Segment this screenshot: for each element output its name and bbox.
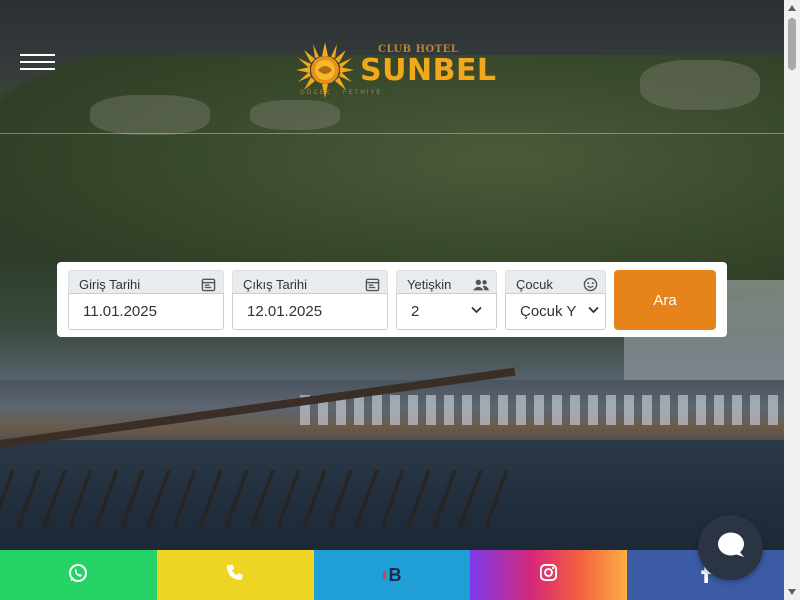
adults-label: Yetişkin [407,277,452,292]
phone-button[interactable] [156,550,314,600]
whatsapp-button[interactable] [0,550,157,600]
adults-select-value: 2 [411,303,420,320]
site-header: CLUB HOTEL SUNBEL GÖCEK · FETHIYE [0,0,784,134]
beach-umbrellas [300,395,780,425]
chevron-down-icon [471,306,482,317]
checkin-label: Giriş Tarihi [79,277,141,292]
scroll-up-icon[interactable] [784,0,800,16]
hamburger-line [20,68,55,70]
chat-button[interactable] [698,515,763,580]
smile-icon [582,277,598,293]
children-label: Çocuk [516,277,553,292]
chevron-down-icon [588,306,599,317]
instagram-button[interactable] [470,550,628,600]
children-field: Çocuk Çocuk Y [505,270,606,330]
whatsapp-icon [68,563,88,588]
children-select[interactable]: Çocuk Y [505,293,606,330]
checkout-input[interactable]: 12.01.2025 [232,293,388,330]
checkout-label-row: Çıkış Tarihi [232,270,388,293]
calendar-icon [200,277,216,293]
hamburger-line [20,61,55,63]
children-select-value: Çocuk Y [520,303,577,320]
adults-select[interactable]: 2 [396,293,497,330]
checkout-field: Çıkış Tarihi 12.01.2025 [232,270,388,330]
social-bar: B [0,550,784,600]
hamburger-line [20,54,55,56]
children-label-row: Çocuk [505,270,606,293]
checkin-input[interactable]: 11.01.2025 [68,293,224,330]
page-scrollbar[interactable] [784,0,800,600]
scroll-thumb[interactable] [788,18,796,70]
logo-brand-text: SUNBEL [360,53,497,88]
scroll-down-icon[interactable] [784,584,800,600]
chat-bubble-icon [716,531,746,564]
booking-logo-icon: B [383,564,401,586]
booking-form: Giriş Tarihi 11.01.2025 Çıkış Tarihi 12.… [57,262,727,337]
users-icon [473,277,489,293]
adults-label-row: Yetişkin [396,270,497,293]
site-logo[interactable]: CLUB HOTEL SUNBEL GÖCEK · FETHIYE [296,40,496,100]
pier-legs [0,470,511,530]
menu-toggle-button[interactable] [20,54,55,70]
calendar-icon [364,277,380,293]
instagram-icon [539,563,558,587]
search-button[interactable]: Ara [614,270,716,330]
checkout-label: Çıkış Tarihi [243,277,308,292]
adults-field: Yetişkin 2 [396,270,497,330]
phone-icon [225,563,245,588]
logo-sub-text: GÖCEK · FETHIYE [300,90,383,96]
checkin-field: Giriş Tarihi 11.01.2025 [68,270,224,330]
booking-logo-text: B [388,564,401,585]
checkin-label-row: Giriş Tarihi [68,270,224,293]
booking-button[interactable]: B [313,550,471,600]
